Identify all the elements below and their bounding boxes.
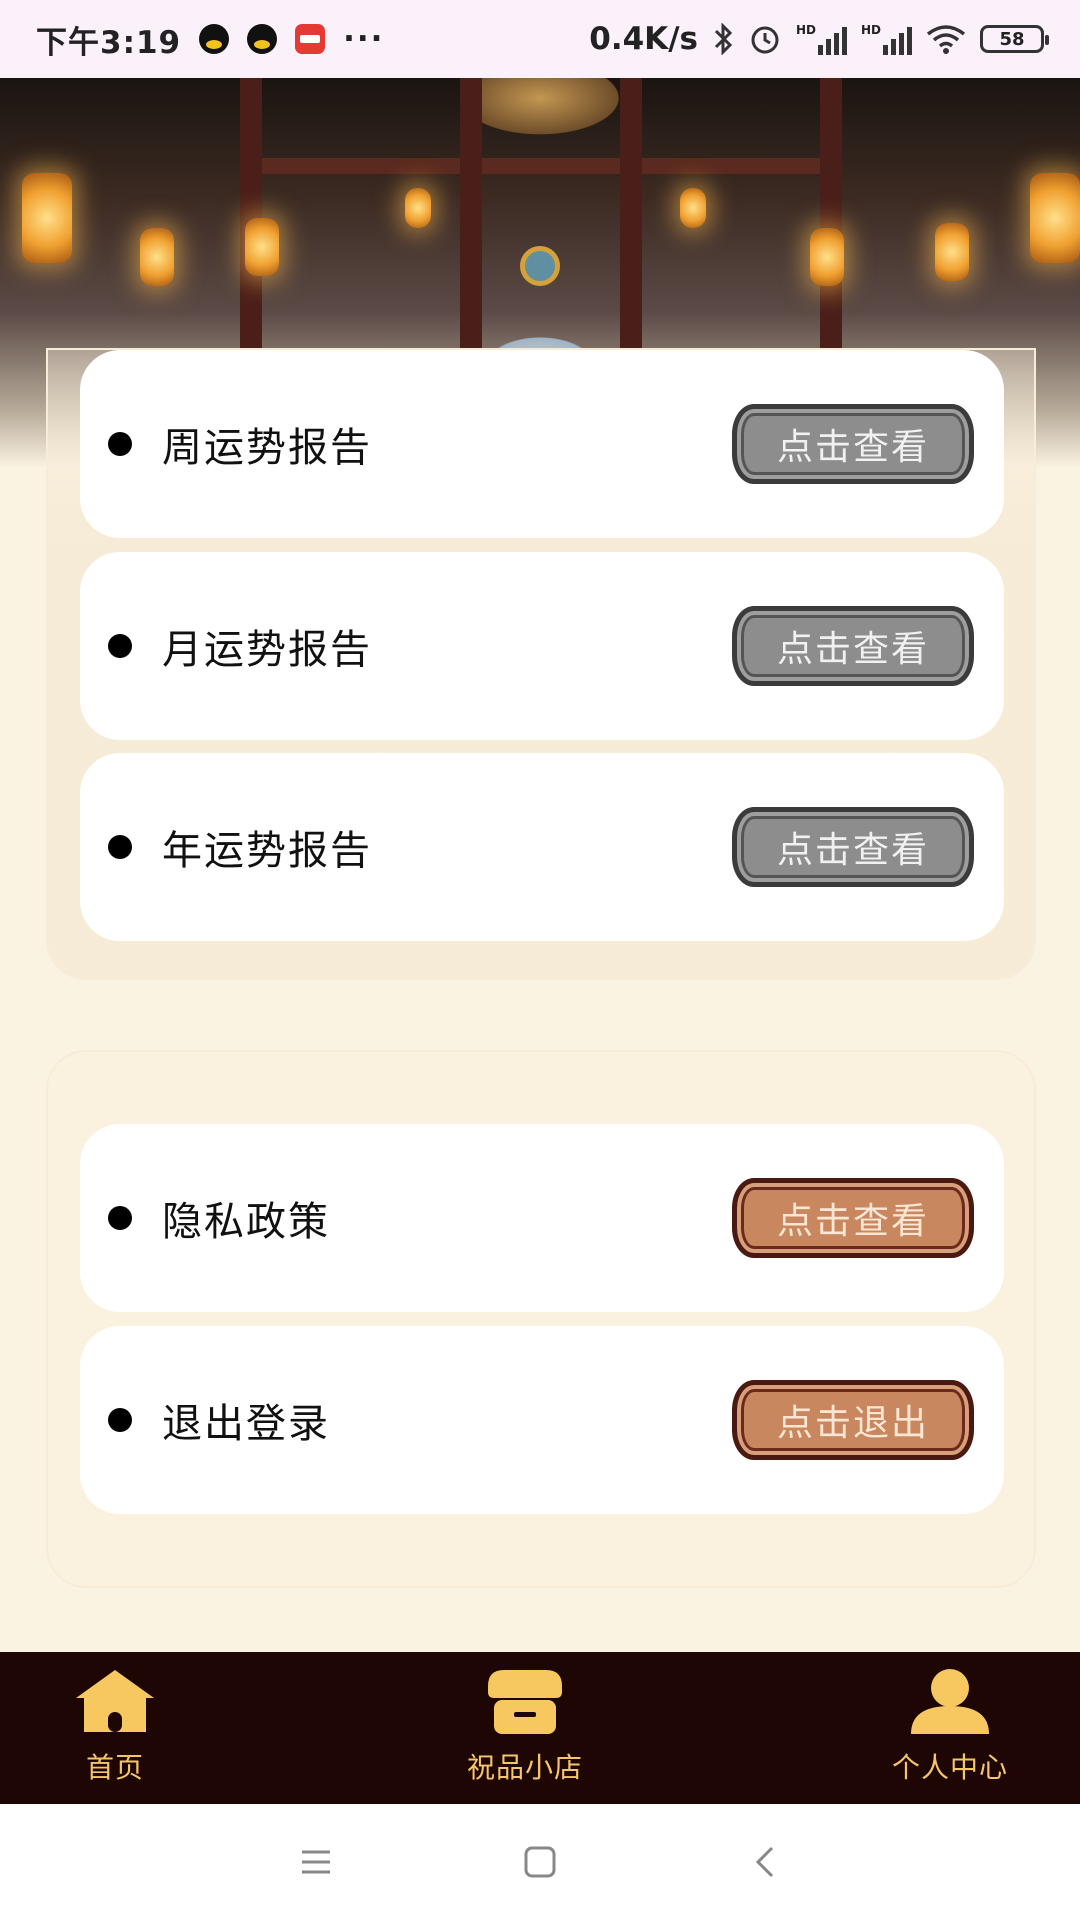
alarm-icon [751, 26, 779, 54]
qq-icon [247, 24, 278, 54]
lantern-icon [245, 218, 279, 276]
row-label: 退出登录 [162, 1401, 330, 1447]
bullet-icon [108, 1206, 132, 1230]
system-nav-bar [0, 1804, 1080, 1920]
home-square-icon[interactable] [518, 1840, 562, 1884]
more-notifications-icon: ··· [343, 21, 385, 57]
app-icon [295, 24, 326, 54]
report-row-year: 年运势报告 点击查看 [80, 753, 1004, 941]
nav-item-shop[interactable]: 祝品小店 [455, 1652, 595, 1804]
shop-icon [488, 1670, 562, 1734]
signal-icon: HD [796, 23, 847, 55]
nav-label: 首页 [85, 1751, 144, 1784]
lantern-icon [810, 228, 844, 286]
row-label: 周运势报告 [162, 425, 372, 471]
lantern-icon [405, 188, 431, 228]
bullet-icon [108, 835, 132, 859]
bullet-icon [108, 634, 132, 658]
report-row-month: 月运势报告 点击查看 [80, 552, 1004, 740]
view-week-report-button[interactable]: 点击查看 [732, 404, 974, 484]
header-pillar [460, 78, 482, 378]
row-label: 隐私政策 [162, 1199, 330, 1245]
lantern-icon [935, 223, 969, 281]
net-speed: 0.4K/s [589, 21, 698, 57]
nav-item-home[interactable]: 首页 [55, 1652, 175, 1804]
nav-label: 祝品小店 [466, 1751, 583, 1784]
emblem-icon [520, 246, 560, 286]
hd-label: HD [795, 23, 816, 37]
lantern-icon [1030, 173, 1080, 263]
battery-level: 58 [999, 28, 1025, 50]
bullet-icon [108, 432, 132, 456]
qq-icon [199, 24, 230, 54]
menu-icon[interactable] [294, 1840, 338, 1884]
privacy-policy-row: 隐私政策 点击查看 [80, 1124, 1004, 1312]
bullet-icon [108, 1408, 132, 1432]
status-time: 下午3:19 [36, 24, 182, 61]
reports-panel: 周运势报告 点击查看 月运势报告 点击查看 年运势报告 点击查看 [46, 348, 1036, 980]
status-left: 下午3:19 ··· [36, 17, 384, 62]
lantern-icon [680, 188, 706, 228]
row-label: 年运势报告 [162, 828, 372, 874]
status-right: 0.4K/s HD HD 58 [589, 21, 1049, 57]
nav-item-profile[interactable]: 个人中心 [880, 1652, 1020, 1804]
bluetooth-icon [714, 23, 733, 55]
home-icon [76, 1670, 154, 1732]
view-month-report-button[interactable]: 点击查看 [732, 606, 974, 686]
bottom-nav: 首页 祝品小店 个人中心 [0, 1652, 1080, 1804]
header-beam [240, 158, 840, 174]
signal-icon: HD [861, 23, 912, 55]
hd-label: HD [860, 23, 881, 37]
settings-panel: 隐私政策 点击查看 退出登录 点击退出 [46, 1050, 1036, 1588]
report-row-week: 周运势报告 点击查看 [80, 350, 1004, 538]
battery-icon: 58 [980, 25, 1049, 53]
view-privacy-policy-button[interactable]: 点击查看 [732, 1178, 974, 1258]
lantern-icon [140, 228, 174, 286]
row-label: 月运势报告 [162, 627, 372, 673]
status-bar: 下午3:19 ··· 0.4K/s HD HD 58 [0, 0, 1080, 78]
nav-label: 个人中心 [891, 1751, 1008, 1784]
lantern-icon [22, 173, 72, 263]
wifi-icon [926, 25, 966, 54]
view-year-report-button[interactable]: 点击查看 [732, 807, 974, 887]
user-icon [911, 1669, 989, 1734]
back-icon[interactable] [744, 1840, 788, 1884]
logout-button[interactable]: 点击退出 [732, 1380, 974, 1460]
header-pillar [620, 78, 642, 378]
logout-row: 退出登录 点击退出 [80, 1326, 1004, 1514]
